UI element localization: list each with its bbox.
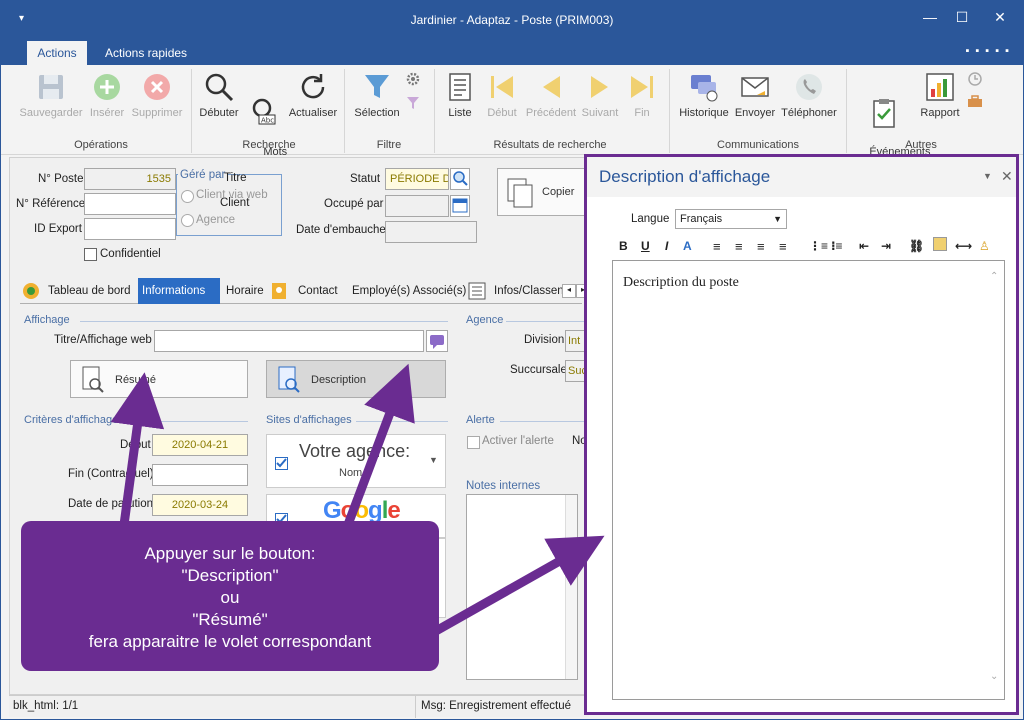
callout-line-3: ou [220, 588, 240, 607]
callout-line-2: "Description" [181, 566, 279, 585]
app-window: ▾ Jardinier - Adaptaz - Poste (PRIM003) … [0, 0, 1024, 720]
callout-line-1: Appuyer sur le bouton: [144, 544, 316, 563]
instruction-callout: Appuyer sur le bouton: "Description" ou … [21, 521, 439, 671]
callout-line-5: fera apparaitre le volet correspondant [88, 632, 372, 651]
callout-line-4: "Résumé" [192, 610, 268, 629]
